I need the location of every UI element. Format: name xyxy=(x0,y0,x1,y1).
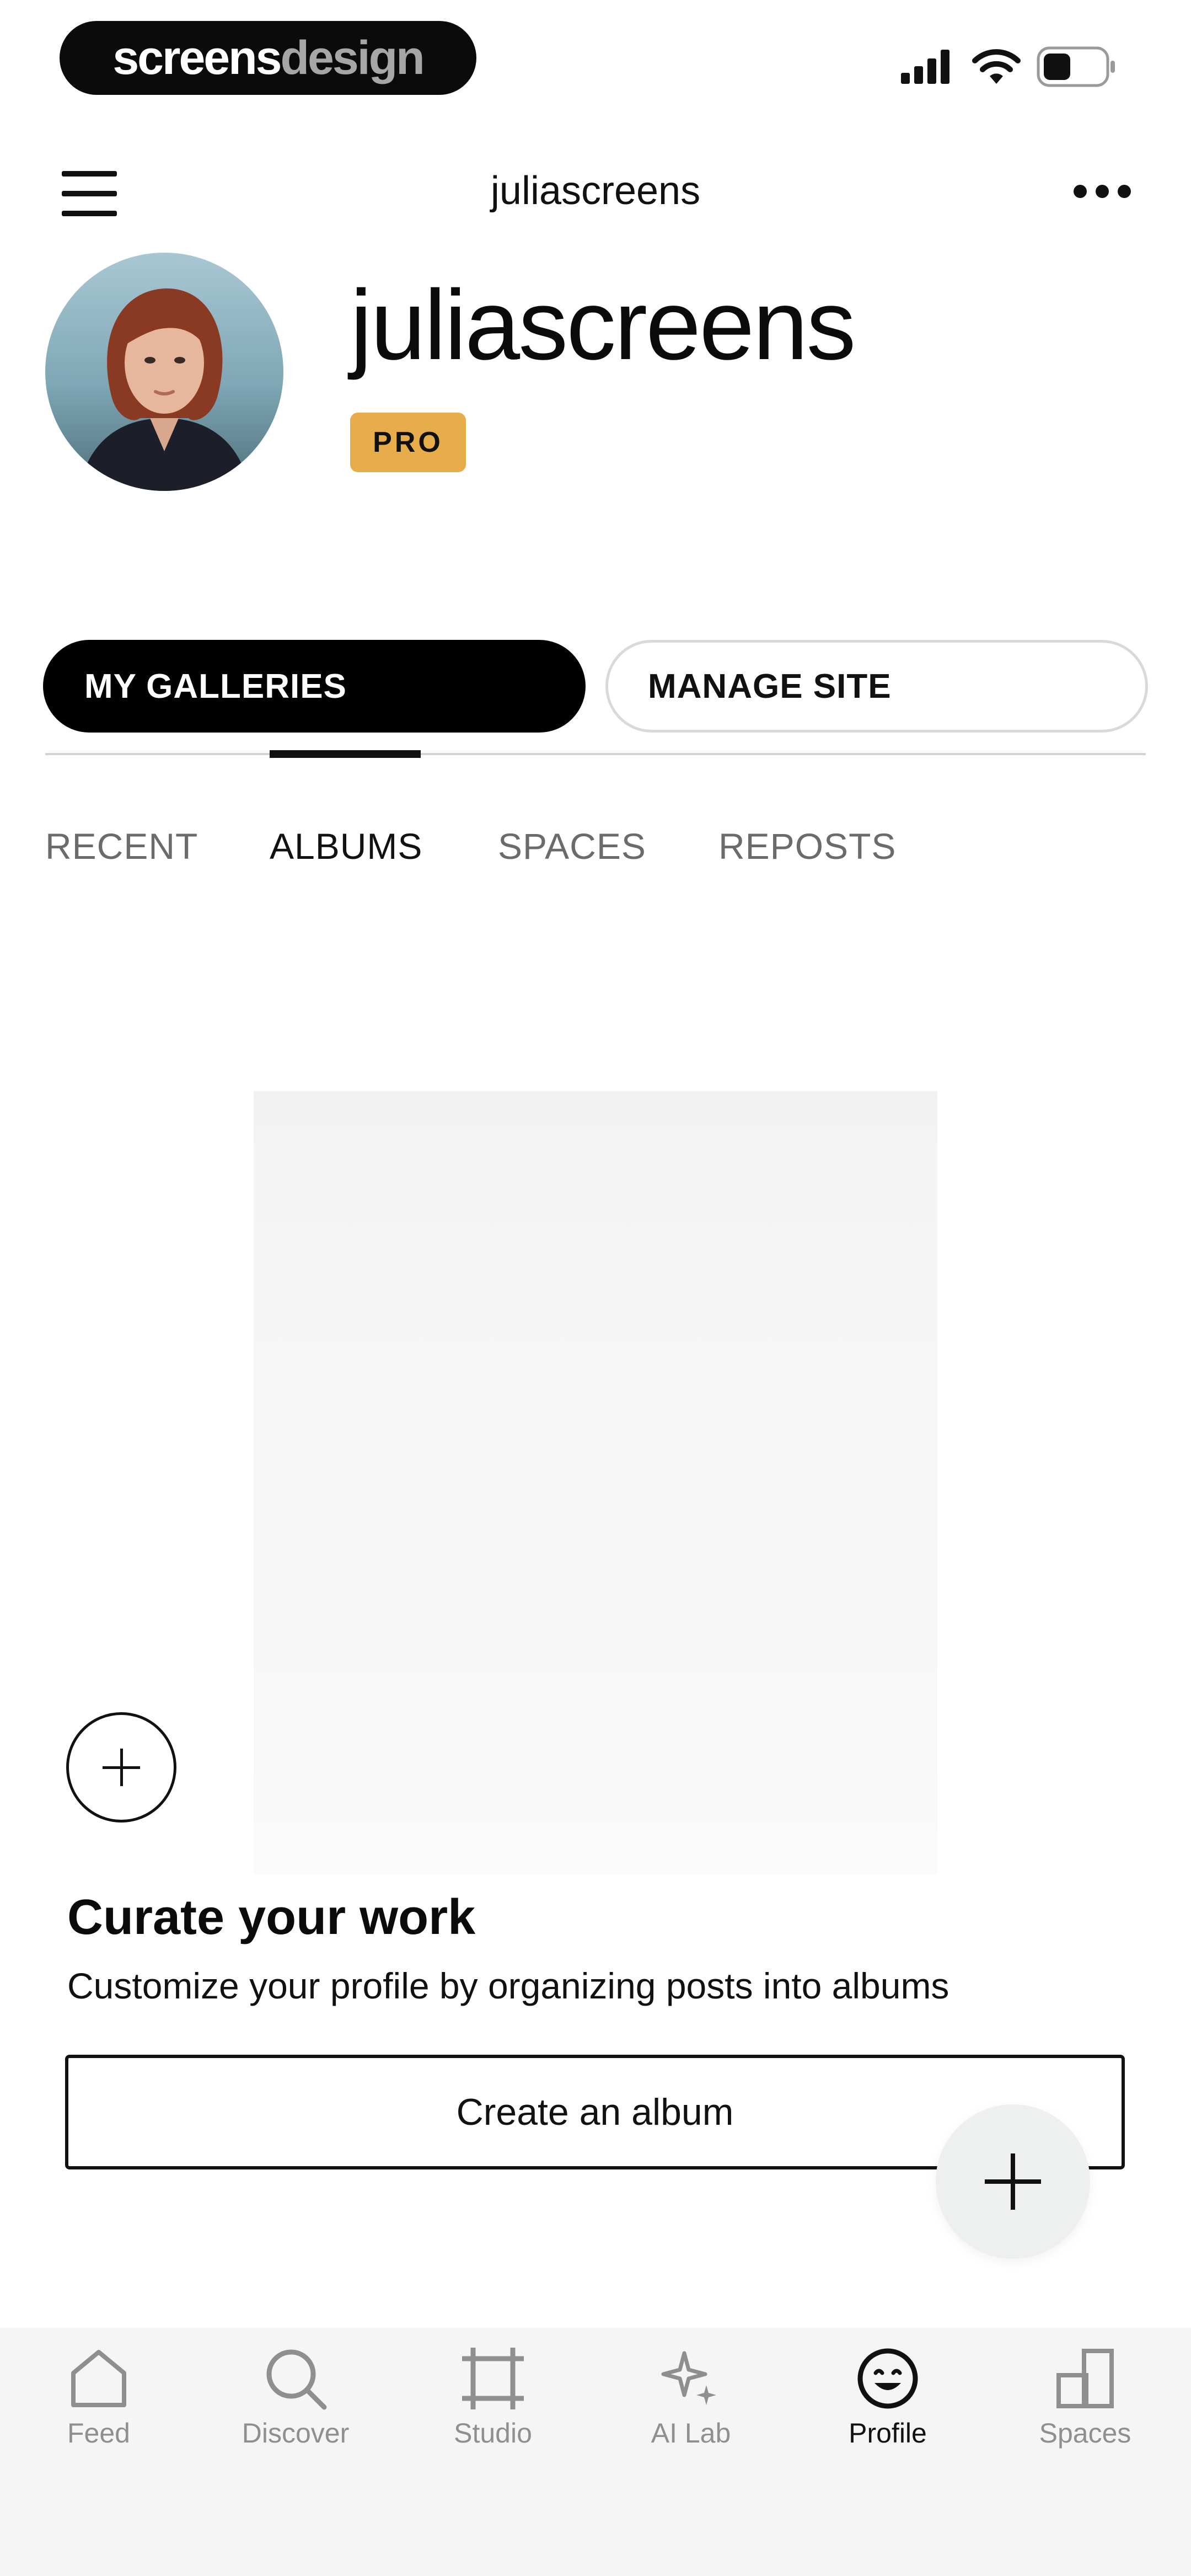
tab-divider xyxy=(45,753,1146,755)
avatar[interactable] xyxy=(45,253,283,491)
smiley-icon xyxy=(857,2348,918,2409)
battery-icon xyxy=(1037,46,1115,87)
signal-icon xyxy=(901,50,949,84)
manage-site-button[interactable]: MANAGE SITE xyxy=(605,640,1148,733)
active-tab-indicator xyxy=(270,750,421,758)
screensdesign-logo: screens design xyxy=(60,21,476,95)
my-galleries-button[interactable]: MY GALLERIES xyxy=(43,640,586,733)
tab-recent[interactable]: RECENT xyxy=(45,825,198,867)
tab-albums[interactable]: ALBUMS xyxy=(270,825,422,867)
page-title: juliascreens xyxy=(490,169,701,213)
profile-username: juliascreens xyxy=(350,270,856,381)
spaces-icon xyxy=(1056,2349,1114,2408)
add-album-circle[interactable] xyxy=(66,1712,176,1823)
empty-state-title: Curate your work xyxy=(67,1890,476,1945)
nav-spaces[interactable]: Spaces xyxy=(994,2339,1176,2488)
new-post-fab[interactable] xyxy=(936,2104,1090,2259)
nav-studio[interactable]: Studio xyxy=(402,2339,584,2488)
nav-ai-lab[interactable]: AI Lab xyxy=(600,2339,782,2488)
plus-icon xyxy=(985,2153,1041,2210)
home-icon xyxy=(71,2350,126,2407)
pro-badge: PRO xyxy=(350,413,466,472)
nav-profile[interactable]: Profile xyxy=(797,2339,979,2488)
sparkle-icon xyxy=(661,2351,716,2405)
tab-spaces[interactable]: SPACES xyxy=(498,825,646,867)
wifi-icon xyxy=(972,49,1021,84)
more-options-icon[interactable] xyxy=(1072,182,1133,201)
crop-icon xyxy=(462,2348,524,2409)
plus-icon xyxy=(103,1749,140,1786)
album-placeholder xyxy=(254,1091,937,1874)
nav-discover[interactable]: Discover xyxy=(205,2339,387,2488)
search-icon xyxy=(266,2349,327,2410)
nav-feed[interactable]: Feed xyxy=(8,2339,190,2488)
empty-state-description: Customize your profile by organizing pos… xyxy=(67,1965,949,2006)
tab-reposts[interactable]: REPOSTS xyxy=(718,825,896,867)
